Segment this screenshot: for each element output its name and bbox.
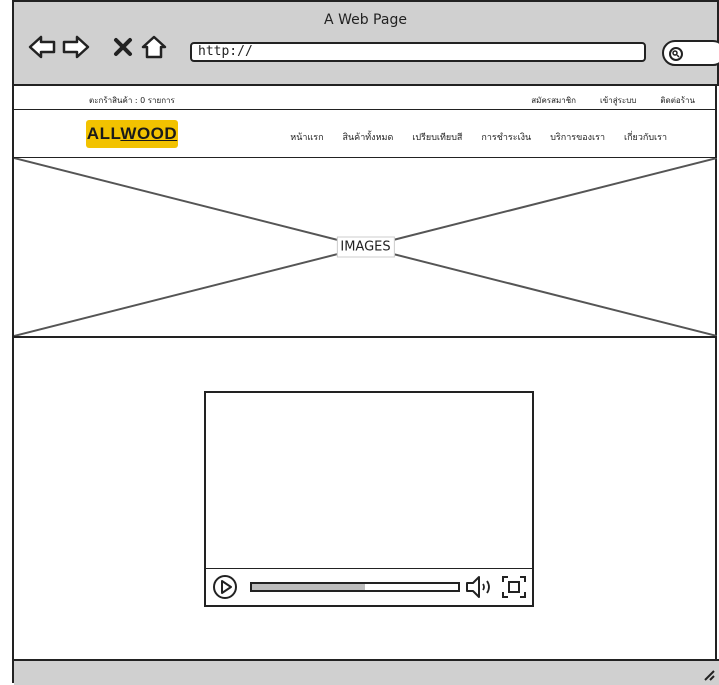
- menu-item-services[interactable]: บริการของเรา: [550, 130, 605, 144]
- login-link[interactable]: เข้าสู่ระบบ: [600, 94, 636, 107]
- menu-item-home[interactable]: หน้าแรก: [290, 130, 323, 144]
- home-icon[interactable]: [140, 34, 168, 60]
- play-icon[interactable]: [212, 574, 238, 604]
- forward-arrow-icon[interactable]: [62, 34, 90, 60]
- logo-text-all: ALL: [86, 124, 121, 143]
- video-progress-bar[interactable]: [250, 582, 460, 592]
- site-header: ALLWOOD หน้าแรก สินค้าทั้งหมด เปรียบเทีย…: [14, 110, 717, 158]
- video-progress-fill: [252, 584, 366, 590]
- browser-status-bar: [14, 659, 719, 685]
- site-logo[interactable]: ALLWOOD: [86, 120, 178, 148]
- logo-text-wood: WOOD: [120, 124, 178, 143]
- cart-summary[interactable]: ตะกร้าสินค้า : 0 รายการ: [89, 94, 175, 107]
- url-input[interactable]: http://: [190, 42, 646, 62]
- browser-chrome: A Web Page http://: [12, 0, 719, 86]
- video-player[interactable]: [204, 391, 534, 607]
- search-button[interactable]: [662, 40, 719, 66]
- main-menu: หน้าแรก สินค้าทั้งหมด เปรียบเทียบสี การช…: [290, 130, 667, 144]
- contact-link[interactable]: ติดต่อร้าน: [660, 94, 695, 107]
- menu-item-about[interactable]: เกี่ยวกับเรา: [624, 130, 667, 144]
- fullscreen-icon[interactable]: [500, 574, 528, 604]
- menu-item-compare-colors[interactable]: เปรียบเทียบสี: [412, 130, 462, 144]
- hero-label: IMAGES: [336, 236, 395, 258]
- menu-item-payment[interactable]: การชำระเงิน: [481, 130, 531, 144]
- back-arrow-icon[interactable]: [28, 34, 56, 60]
- close-x-icon[interactable]: [112, 34, 134, 60]
- search-icon: [669, 47, 683, 61]
- utility-links: สมัครสมาชิก เข้าสู่ระบบ ติดต่อร้าน: [531, 94, 695, 107]
- menu-item-products[interactable]: สินค้าทั้งหมด: [343, 130, 394, 144]
- resize-grip-icon[interactable]: [701, 667, 715, 681]
- volume-icon[interactable]: [464, 574, 494, 604]
- register-link[interactable]: สมัครสมาชิก: [531, 94, 576, 107]
- window-title: A Web Page: [324, 12, 407, 28]
- hero-image-placeholder: IMAGES: [14, 158, 717, 338]
- utility-bar: ตะกร้าสินค้า : 0 รายการ สมัครสมาชิก เข้า…: [14, 86, 717, 110]
- video-controls: [206, 568, 532, 605]
